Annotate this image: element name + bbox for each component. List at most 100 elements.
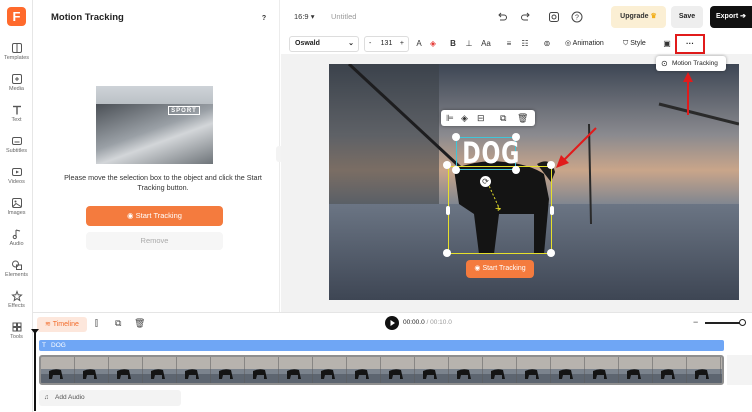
video-filmstrip [41, 357, 722, 383]
canvas-start-tracking-label: Start Tracking [482, 265, 526, 272]
sidebar-item-subtitles[interactable]: Subtitles [0, 135, 33, 154]
panel-instruction: Please move the selection box to the obj… [64, 173, 262, 192]
panel-title: Motion Tracking [51, 12, 124, 23]
canvas-text-dog[interactable]: DOG [462, 136, 519, 170]
text-track-icon: T [42, 342, 46, 349]
current-time: 00:00.0 [403, 319, 425, 326]
align-left-icon[interactable]: ⊫ [446, 111, 454, 125]
split-icon[interactable]: ⫿ [95, 318, 98, 329]
copy-icon[interactable]: ⧉ [115, 318, 121, 329]
lock-icon[interactable]: ⊟ [477, 111, 485, 125]
zoom-slider-knob[interactable] [739, 319, 746, 326]
play-button[interactable] [385, 316, 399, 330]
layers-icon[interactable]: ◈ [461, 111, 468, 125]
video-canvas[interactable]: + DOG ⟳ ⊫ ◈ ⊟ ⧉ 🗑 ◉ Start Tracking [329, 64, 739, 300]
sidebar-item-videos[interactable]: Videos [0, 166, 33, 185]
sidebar-item-label: Videos [8, 179, 25, 185]
thumbnail-sport-label: SPORT [168, 106, 200, 115]
motion-tracking-icon: ⊙ [661, 59, 668, 68]
zoom-slider-track[interactable] [705, 322, 741, 324]
highlight-color-icon[interactable]: ◈ [427, 38, 439, 50]
sidebar-item-label: Subtitles [5, 148, 28, 154]
screen-record-icon[interactable] [548, 11, 560, 23]
text-color-icon[interactable]: A [413, 38, 425, 50]
images-icon [11, 198, 22, 208]
sidebar-item-effects[interactable]: Effects [0, 290, 33, 309]
help-icon[interactable]: ? [259, 14, 269, 24]
duplicate-icon[interactable]: ⧉ [500, 111, 506, 125]
upgrade-button[interactable]: Upgrade ♛ [611, 6, 666, 28]
aspect-ratio-select[interactable]: 16:9 ▾ [294, 12, 314, 21]
underline-icon[interactable]: ⊥ [463, 38, 475, 50]
start-tracking-button[interactable]: ◉ Start Tracking [86, 206, 223, 226]
text-handle[interactable] [452, 166, 460, 174]
add-clip-area[interactable] [727, 355, 752, 385]
start-tracking-label: Start Tracking [135, 211, 182, 220]
sidebar-item-label: Text [11, 117, 22, 123]
text-handle[interactable] [512, 166, 520, 174]
timeline-tab-label: Timeline [52, 321, 79, 328]
audio-icon [12, 229, 20, 240]
sidebar-item-label: Effects [8, 303, 25, 309]
sidebar-item-label: Templates [3, 55, 30, 61]
font-size-value[interactable]: 131 [381, 40, 393, 47]
undo-icon[interactable] [496, 11, 508, 23]
comment-icon[interactable]: ▣ [661, 38, 673, 50]
arrow-right-icon: ➔ [740, 13, 746, 20]
save-button[interactable]: Save [671, 6, 703, 28]
trash-icon[interactable]: 🗑 [517, 111, 528, 125]
sidebar-item-elements[interactable]: Elements [0, 259, 33, 278]
redo-icon[interactable] [520, 11, 532, 23]
remove-button[interactable]: Remove [86, 232, 223, 250]
text-handle[interactable] [452, 133, 460, 141]
style-label: Style [630, 40, 646, 47]
text-case-button[interactable]: Aa [479, 38, 493, 50]
font-size-stepper[interactable]: - 131 + [364, 36, 409, 52]
text-track-clip[interactable]: T DOG [39, 340, 724, 351]
motion-tracking-panel: Motion Tracking ? SPORT Please move the … [33, 0, 280, 312]
rotate-icon[interactable]: ⟳ [480, 176, 491, 187]
list-icon[interactable]: ☷ [519, 38, 531, 50]
help-circle-icon[interactable]: ? [571, 11, 583, 23]
animation-button[interactable]: ◎ Animation [565, 38, 604, 50]
app-logo[interactable]: F [7, 7, 26, 26]
export-button[interactable]: Export ➔ [710, 6, 752, 28]
effects-layers-icon[interactable]: ⊚ [541, 38, 553, 50]
text-format-toolbar: Oswald ⌄ - 131 + A ◈ B ⊥ Aa ≡ ☷ ⊚ ◎ Anima… [285, 34, 752, 54]
sidebar-item-label: Media [9, 86, 24, 92]
playhead-marker[interactable] [31, 329, 39, 334]
canvas-start-tracking-button[interactable]: ◉ Start Tracking [466, 260, 534, 278]
font-family-value: Oswald [295, 40, 320, 47]
sidebar-item-images[interactable]: Images [0, 197, 33, 216]
sidebar-item-audio[interactable]: Audio [0, 228, 33, 247]
zoom-out-icon[interactable]: − [693, 317, 698, 327]
tracking-link-line [485, 178, 501, 211]
bold-button[interactable]: B [447, 38, 459, 50]
project-title[interactable]: Untitled [331, 12, 356, 21]
timecode: 00:00.0 / 00:10.0 [403, 319, 452, 326]
sidebar-item-media[interactable]: Media [0, 73, 33, 92]
more-options-button[interactable]: ··· [675, 34, 705, 54]
delete-icon[interactable]: 🗑 [134, 318, 145, 329]
timeline-tab[interactable]: ≋ Timeline [37, 317, 87, 332]
motion-tracking-menu-item[interactable]: ⊙ Motion Tracking [656, 56, 726, 71]
font-size-increase[interactable]: + [400, 37, 404, 51]
style-button[interactable]: ⛉ Style [623, 38, 646, 50]
text-handle[interactable] [512, 133, 520, 141]
video-track-clip[interactable] [39, 355, 724, 385]
top-bar: 16:9 ▾ Untitled ? Upgrade ♛ Save Export … [281, 0, 752, 34]
sidebar-item-label: Images [7, 210, 26, 216]
sidebar-item-templates[interactable]: Templates [0, 42, 33, 61]
sidebar-item-text[interactable]: Text [0, 104, 33, 123]
sidebar-item-tools[interactable]: Tools [0, 321, 33, 340]
left-rail: F Templates Media Text Subtitles Videos … [0, 0, 33, 412]
font-family-select[interactable]: Oswald ⌄ [289, 36, 359, 52]
svg-text:?: ? [575, 15, 579, 22]
upgrade-label: Upgrade [620, 13, 649, 20]
font-size-decrease[interactable]: - [369, 37, 371, 51]
videos-icon [11, 168, 22, 176]
add-audio-button[interactable]: ♫ Add Audio [39, 390, 181, 406]
playhead[interactable] [34, 331, 36, 411]
tracking-preview-thumbnail: SPORT [96, 86, 213, 164]
align-icon[interactable]: ≡ [503, 38, 515, 50]
